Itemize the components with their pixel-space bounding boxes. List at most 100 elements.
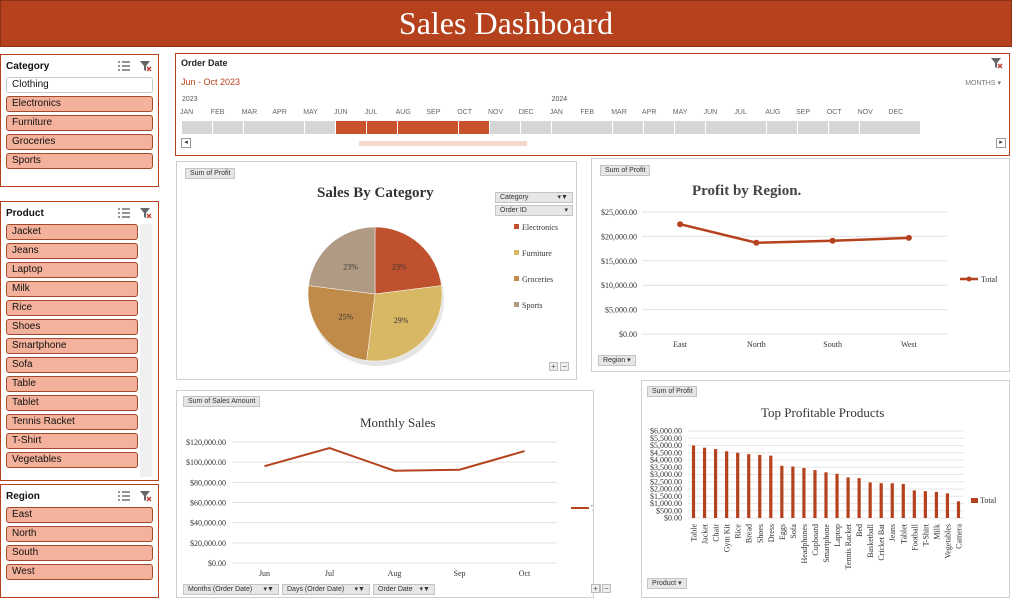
slicer-item-milk[interactable]: Milk [6, 281, 138, 297]
collapse-button[interactable]: − [602, 584, 611, 593]
slicer-item-t-shirt[interactable]: T-Shirt [6, 433, 138, 449]
slicer-item-east[interactable]: East [6, 507, 153, 523]
slicer-item-north[interactable]: North [6, 526, 153, 542]
slicer-item-table[interactable]: Table [6, 376, 138, 392]
x-tick-label: Rice [734, 524, 743, 539]
timeline-month-cell[interactable] [520, 121, 551, 134]
product-slicer-title: Product [6, 207, 44, 219]
timeline-month-label: MAR [241, 109, 258, 116]
timeline-month-cell[interactable] [582, 121, 613, 134]
series-line-total [264, 447, 525, 472]
bar-smartphone [824, 472, 828, 518]
slicer-item-groceries[interactable]: Groceries [6, 134, 153, 150]
product-slicer-scrollbar[interactable] [140, 224, 152, 477]
multi-select-icon[interactable] [117, 60, 131, 72]
bar-bread [747, 454, 751, 518]
timeline-month-label: JAN [549, 109, 563, 116]
monthly-sales-chart[interactable]: Sum of Sales Amount Monthly Sales $0.00 $… [176, 390, 601, 598]
pie-slice-groceries [307, 285, 376, 361]
timeline-month-cell[interactable] [859, 121, 890, 134]
slicer-item-furniture[interactable]: Furniture [6, 115, 153, 131]
axis-button-days[interactable]: Days (Order Date) ▾▼ [282, 584, 370, 595]
timeline-month-cell[interactable] [644, 121, 674, 134]
timeline-month-cell[interactable] [305, 121, 336, 134]
sales-by-category-chart[interactable]: Sum of Profit Sales By Category Category… [176, 161, 577, 380]
legend-entry: Total [591, 504, 593, 513]
clear-filter-icon[interactable] [990, 57, 1004, 69]
timeline-month-cell[interactable] [182, 121, 212, 134]
timeline-month-label: DEC [888, 109, 904, 116]
timeline-scroll-right-button[interactable]: ▸ [996, 138, 1006, 148]
expand-button[interactable]: + [549, 362, 558, 371]
profit-by-region-chart[interactable]: Sum of Profit Profit by Region. $0.00 $5,… [591, 158, 1010, 372]
clear-filter-icon[interactable] [139, 490, 153, 502]
timeline-month-cell[interactable] [274, 121, 305, 134]
slicer-item-tablet[interactable]: Tablet [6, 395, 138, 411]
multi-select-icon[interactable] [117, 207, 131, 219]
bar-gym-kit [725, 451, 729, 518]
timeline-month-cell[interactable] [336, 121, 366, 134]
slicer-item-tennis-racket[interactable]: Tennis Racket [6, 414, 138, 430]
slicer-item-shoes[interactable]: Shoes [6, 319, 138, 335]
slicer-item-smartphone[interactable]: Smartphone [6, 338, 138, 354]
timeline-month-label: MAY [303, 109, 318, 116]
timeline-month-label: SEP [796, 109, 811, 116]
data-point [753, 239, 760, 246]
slicer-item-rice[interactable]: Rice [6, 300, 138, 316]
timeline-scroll-thumb[interactable] [359, 141, 527, 146]
timeline-scroll-left-button[interactable]: ◂ [181, 138, 191, 148]
slicer-item-west[interactable]: West [6, 564, 153, 580]
axis-button-product[interactable]: Product ▾ [647, 578, 687, 589]
axis-button-region[interactable]: Region ▾ [598, 355, 636, 366]
timeline-month-cell[interactable] [428, 121, 459, 134]
category-slicer-title: Category [6, 60, 50, 72]
series-line-total [679, 222, 909, 244]
slicer-item-sofa[interactable]: Sofa [6, 357, 138, 373]
timeline-month-cell[interactable] [243, 121, 274, 134]
y-tick-label: $120,000.00 [186, 438, 226, 447]
timeline-month-label: FEB [580, 109, 595, 116]
timeline-level-dropdown[interactable]: MONTHS ▾ [965, 79, 1001, 87]
timeline-month-cell[interactable] [828, 121, 859, 134]
expand-button[interactable]: + [591, 584, 600, 593]
clear-filter-icon[interactable] [139, 207, 153, 219]
slicer-item-laptop[interactable]: Laptop [6, 262, 138, 278]
timeline-month-cell[interactable] [736, 121, 767, 134]
timeline-month-cell[interactable] [613, 121, 644, 134]
x-tick-label: Football [910, 523, 919, 550]
timeline-month-cell[interactable] [674, 121, 705, 134]
slicer-item-jacket[interactable]: Jacket [6, 224, 138, 240]
timeline-month-cell[interactable] [490, 121, 520, 134]
line-chart-canvas: $0.00 $5,000.00 $10,000.00 $15,000.00 $20,00… [601, 208, 998, 349]
timeline-month-cell[interactable] [551, 121, 582, 134]
timeline-month-cell[interactable] [767, 121, 798, 134]
slicer-item-clothing[interactable]: Clothing [6, 77, 153, 93]
timeline-month-cell[interactable] [397, 121, 428, 134]
collapse-button[interactable]: − [560, 362, 569, 371]
timeline-month-cell[interactable] [366, 121, 397, 134]
timeline-month-cell[interactable] [798, 121, 828, 134]
axis-button-months[interactable]: Months (Order Date) ▾▼ [183, 584, 279, 595]
timeline-month-label: DEC [518, 109, 534, 116]
axis-button-order-date[interactable]: Order Date ▾▼ [373, 584, 435, 595]
timeline-month-cell[interactable] [459, 121, 490, 134]
slicer-item-vegetables[interactable]: Vegetables [6, 452, 138, 468]
slicer-item-south[interactable]: South [6, 545, 153, 561]
slicer-item-electronics[interactable]: Electronics [6, 96, 153, 112]
multi-select-icon[interactable] [117, 490, 131, 502]
bar-table [691, 445, 696, 518]
timeline-month-label: OCT [826, 109, 842, 116]
timeline-month-cell[interactable] [212, 121, 243, 134]
slicer-item-jeans[interactable]: Jeans [6, 243, 138, 259]
x-tick-label: South [823, 340, 842, 349]
timeline-month-cell[interactable] [890, 121, 921, 134]
timeline-month-label: APR [642, 109, 657, 116]
dropdown-arrow-icon: ▾ [678, 580, 682, 587]
timeline-month-cell[interactable] [705, 121, 736, 134]
timeline-selected-range: Jun - Oct 2023 [181, 77, 241, 87]
clear-filter-icon[interactable] [139, 60, 153, 72]
y-tick-label: $5,000.00 [605, 306, 637, 315]
x-tick-label: Camera [954, 524, 963, 549]
top-profitable-products-chart[interactable]: Sum of Profit Top Profitable Products $0… [641, 380, 1010, 598]
slicer-item-sports[interactable]: Sports [6, 153, 153, 169]
